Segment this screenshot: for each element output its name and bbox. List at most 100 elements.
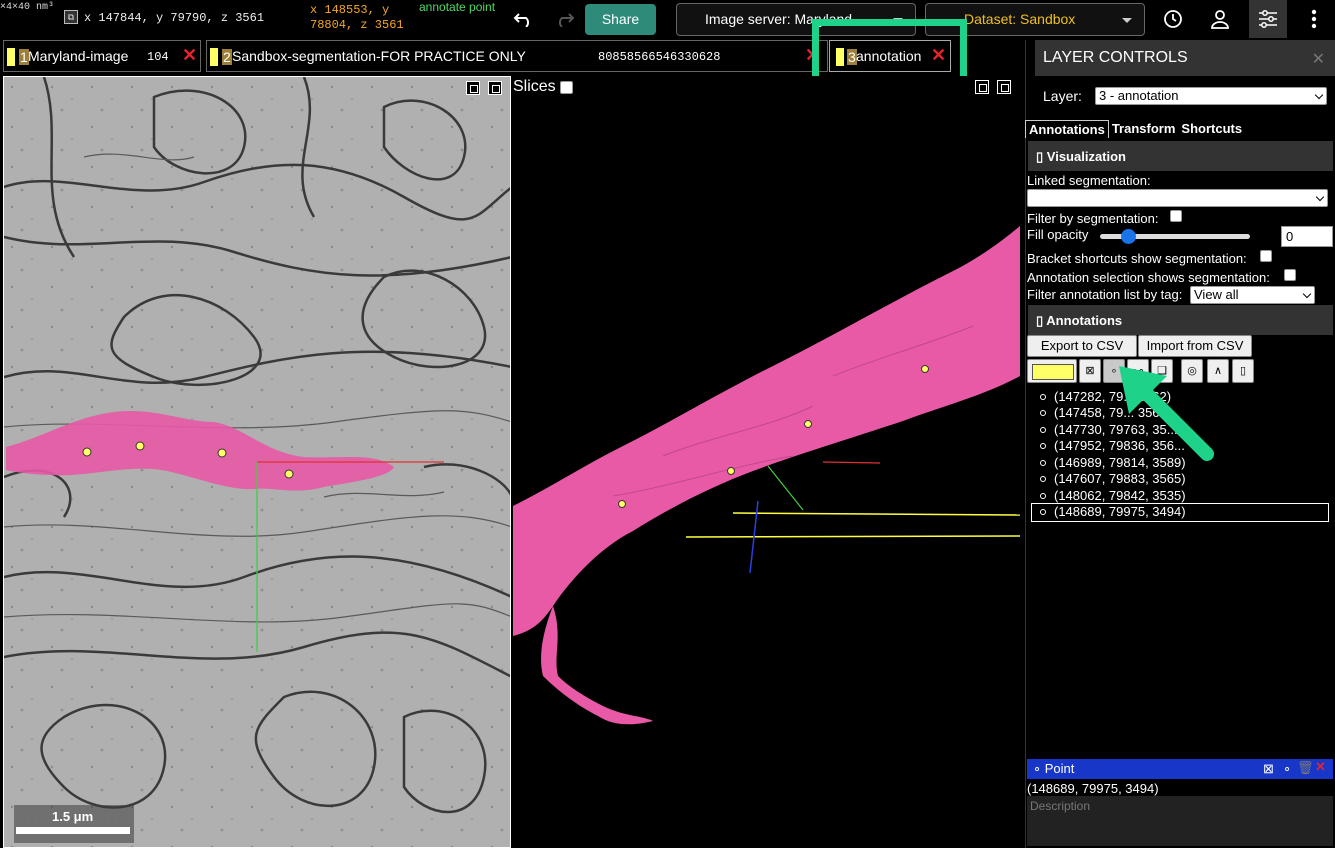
panel-tabs: Annotations Transform Shortcuts bbox=[1025, 120, 1245, 138]
voxel-size-label: ×4×40 nm³ bbox=[0, 2, 55, 13]
tab-transform[interactable]: Transform bbox=[1109, 120, 1179, 138]
annotation-point[interactable] bbox=[82, 447, 92, 457]
annotation-coords: (148689, 79975, 3494) bbox=[1054, 504, 1186, 519]
bounding-box-icon[interactable]: ⊠ bbox=[1263, 761, 1274, 777]
slices-checkbox[interactable] bbox=[559, 80, 573, 94]
import-csv-button[interactable]: Import from CSV bbox=[1138, 335, 1252, 357]
panel-header: LAYER CONTROLS ✕ bbox=[1035, 40, 1335, 76]
layer-tab-image[interactable]: 1 Maryland-image 104 ✕ bbox=[3, 40, 201, 72]
point-type-icon: ∘ bbox=[1033, 761, 1045, 776]
axis-x bbox=[822, 461, 881, 464]
layer-name: Sandbox-segmentation-FOR PRACTICE ONLY bbox=[232, 48, 526, 64]
popout-panel-icon[interactable] bbox=[997, 80, 1011, 94]
point-bullet-icon bbox=[1040, 509, 1046, 515]
linked-seg-label: Linked segmentation: bbox=[1027, 173, 1151, 188]
trash-icon[interactable]: 🗑 bbox=[1297, 760, 1314, 776]
annotation-point[interactable] bbox=[284, 469, 294, 479]
3d-segment-branch[interactable] bbox=[541, 606, 653, 725]
maximize-panel-icon[interactable] bbox=[975, 80, 989, 94]
redo-icon[interactable] bbox=[547, 4, 581, 34]
popout-panel-icon[interactable] bbox=[488, 81, 502, 95]
selection-shows-seg-checkbox[interactable] bbox=[1284, 269, 1296, 281]
annotation-color-picker[interactable] bbox=[1027, 359, 1077, 383]
maximize-panel-icon[interactable] bbox=[466, 81, 480, 95]
point-bullet-icon bbox=[1040, 493, 1046, 499]
position-display[interactable]: x 147844, y 79790, z 3561 bbox=[84, 11, 264, 25]
tab-shortcuts[interactable]: Shortcuts bbox=[1178, 120, 1245, 138]
annotation-point[interactable] bbox=[727, 467, 735, 475]
user-icon[interactable] bbox=[1203, 4, 1237, 34]
layer-tab-segmentation[interactable]: 2 Sandbox-segmentation-FOR PRACTICE ONLY… bbox=[206, 40, 828, 72]
dataset-label: Dataset: Sandbox bbox=[964, 11, 1076, 27]
bracket-shortcuts-label: Bracket shortcuts show segmentation: bbox=[1027, 251, 1247, 266]
slices-toggle[interactable]: Slices bbox=[513, 78, 573, 96]
filter-tag-label: Filter annotation list by tag: bbox=[1027, 287, 1183, 302]
chevron-down-icon bbox=[1314, 90, 1324, 100]
annotations-title: Annotations bbox=[1046, 313, 1123, 328]
fill-opacity-slider-thumb[interactable] bbox=[1121, 229, 1136, 244]
chevron-down-icon bbox=[1122, 18, 1132, 23]
collapse-icon: ▯ bbox=[1036, 149, 1047, 164]
layer-select[interactable]: 3 - annotation bbox=[1095, 87, 1327, 105]
description-placeholder: Description bbox=[1030, 799, 1091, 813]
list-item[interactable]: (148689, 79975, 3494) bbox=[1040, 504, 1186, 520]
chevron-down-icon bbox=[1315, 192, 1325, 202]
slices-label: Slices bbox=[513, 78, 556, 95]
filter-by-seg-checkbox[interactable] bbox=[1170, 210, 1182, 222]
slice-plane-line bbox=[685, 535, 1020, 538]
point-bullet-icon bbox=[1040, 443, 1046, 449]
layer-index: 2 bbox=[222, 49, 232, 65]
3d-view-panel[interactable]: Slices bbox=[513, 76, 1020, 848]
filter-tag-select[interactable]: View all bbox=[1190, 286, 1315, 304]
description-field[interactable]: Description bbox=[1027, 796, 1333, 846]
history-icon[interactable] bbox=[1156, 4, 1190, 34]
selection-shows-seg-label: Annotation selection shows segmentation: bbox=[1027, 270, 1270, 285]
layer-color-swatch bbox=[7, 48, 15, 66]
annotation-point[interactable] bbox=[217, 448, 227, 458]
layer-select-value: 3 - annotation bbox=[1099, 88, 1179, 103]
collapse-icon: ▯ bbox=[1036, 313, 1047, 328]
annotation-coords: (147607, 79883, 3565) bbox=[1054, 471, 1186, 486]
3d-segment-mesh[interactable] bbox=[513, 226, 1020, 636]
annotation-point[interactable] bbox=[135, 441, 145, 451]
em-image bbox=[4, 77, 510, 847]
undo-icon[interactable] bbox=[507, 4, 541, 34]
annotations-section-header[interactable]: ▯ Annotations bbox=[1028, 305, 1333, 335]
mouse-position-display: x 148553, y 78804, z 3561 bbox=[310, 3, 404, 32]
bracket-shortcuts-checkbox[interactable] bbox=[1260, 250, 1272, 262]
layer-color-swatch bbox=[210, 48, 218, 66]
slice-view-panel[interactable]: 1.5 μm bbox=[3, 76, 511, 848]
fill-opacity-input[interactable]: 0 bbox=[1281, 226, 1333, 247]
visualization-section-header[interactable]: ▯ Visualization bbox=[1028, 141, 1333, 171]
axis-y bbox=[767, 465, 804, 511]
list-item[interactable]: (147607, 79883, 3565) bbox=[1040, 471, 1186, 487]
scale-bar: 1.5 μm bbox=[14, 805, 134, 843]
close-icon[interactable]: ✕ bbox=[1315, 759, 1326, 775]
list-item[interactable]: (148062, 79842, 3535) bbox=[1040, 488, 1186, 504]
close-icon[interactable]: ✕ bbox=[1312, 49, 1325, 69]
close-icon[interactable]: ✕ bbox=[182, 45, 197, 66]
linked-seg-select[interactable] bbox=[1027, 189, 1328, 207]
input-mode-label: annotate point bbox=[419, 0, 496, 14]
panel-title: LAYER CONTROLS bbox=[1043, 49, 1188, 66]
annotation-point[interactable] bbox=[618, 500, 626, 508]
bounding-box-tool-icon[interactable]: ⊠ bbox=[1079, 359, 1101, 383]
scale-bar-line bbox=[16, 827, 130, 834]
point-bullet-icon bbox=[1040, 476, 1046, 482]
more-vert-icon[interactable] bbox=[1297, 4, 1331, 34]
share-button[interactable]: Share bbox=[585, 4, 656, 35]
point-icon[interactable]: ∘ bbox=[1283, 761, 1291, 777]
slice-plane-line bbox=[732, 512, 1020, 516]
tab-annotations[interactable]: Annotations bbox=[1025, 120, 1109, 138]
more-tool-icon[interactable]: ▯ bbox=[1232, 359, 1254, 383]
annotation-point[interactable] bbox=[921, 365, 929, 373]
filter-tag-value: View all bbox=[1194, 287, 1239, 302]
export-csv-button[interactable]: Export to CSV bbox=[1027, 335, 1137, 357]
point-bullet-icon bbox=[1040, 410, 1046, 416]
annotation-point[interactable] bbox=[804, 420, 812, 428]
pointer-arrow bbox=[1119, 366, 1214, 461]
selected-point-coords: (148689, 79975, 3494) bbox=[1027, 781, 1159, 796]
settings-sliders-icon[interactable] bbox=[1249, 0, 1287, 38]
annotation-coords: (148062, 79842, 3535) bbox=[1054, 488, 1186, 503]
copy-position-icon[interactable]: ⧉ bbox=[64, 10, 78, 24]
